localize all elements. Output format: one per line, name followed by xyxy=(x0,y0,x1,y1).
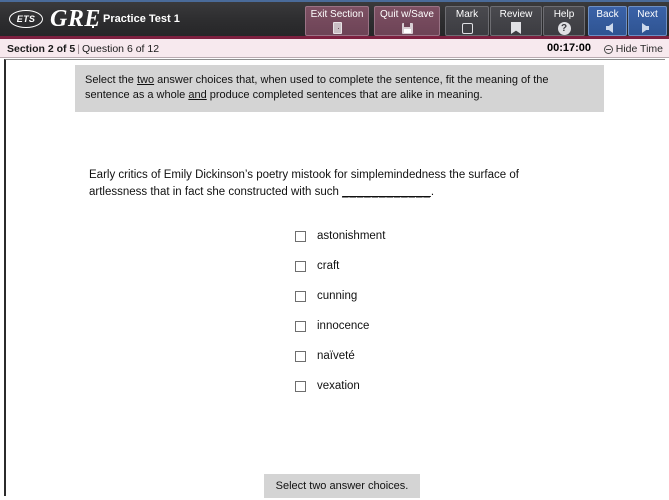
question-text-before-blank: Early critics of Emily Dickinson’s poetr… xyxy=(89,169,519,198)
back-label: Back xyxy=(596,9,619,20)
answer-checkbox[interactable] xyxy=(295,260,306,272)
gre-test-window: ETS GRE Practice Test 1 Exit Section Qui… xyxy=(0,0,669,500)
answer-choice-label: cunning xyxy=(317,290,358,302)
answer-checkbox[interactable] xyxy=(295,320,306,332)
next-label: Next xyxy=(637,9,658,20)
question-indicator: Question 6 of 12 xyxy=(82,43,160,55)
help-label: Help xyxy=(553,9,575,20)
minus-circle-icon xyxy=(603,44,613,54)
question-blank: ____________ xyxy=(342,186,431,198)
answer-checkbox[interactable] xyxy=(295,290,306,302)
question-text-after-blank: . xyxy=(430,186,435,198)
gre-brand-period xyxy=(92,26,94,28)
back-button[interactable]: Back xyxy=(588,6,627,36)
door-icon xyxy=(332,21,342,35)
review-label: Review xyxy=(499,9,533,20)
answer-choice-label: innocence xyxy=(317,320,370,332)
floppy-disk-icon xyxy=(401,21,413,35)
empty-square-icon xyxy=(461,21,473,35)
answer-checkbox[interactable] xyxy=(295,350,306,362)
exit-section-label: Exit Section xyxy=(310,9,364,20)
question-content-panel: Select the two answer choices that, when… xyxy=(4,59,665,498)
answer-choice-option[interactable]: vexation xyxy=(295,371,385,401)
directions-emphasis-and: and xyxy=(188,89,207,101)
section-status-bar: Section 2 of 5 | Question 6 of 12 00:17:00… xyxy=(0,39,669,58)
answer-choice-option[interactable]: innocence xyxy=(295,311,385,341)
mark-button[interactable]: Mark xyxy=(445,6,489,36)
selection-hint-text: Select two answer choices. xyxy=(275,480,409,492)
gre-brand-wordmark: GRE xyxy=(50,6,101,32)
bookmark-icon xyxy=(511,21,521,35)
answer-choice-option[interactable]: cunning xyxy=(295,281,385,311)
answer-choice-label: vexation xyxy=(317,380,360,392)
answer-choice-label: naïveté xyxy=(317,350,355,362)
arrow-left-icon xyxy=(602,21,613,35)
answer-choice-option[interactable]: naïveté xyxy=(295,341,385,371)
section-question-indicator: Section 2 of 5 | Question 6 of 12 xyxy=(7,43,159,55)
answer-choice-list: astonishment craft cunning innocence naï… xyxy=(295,221,385,401)
hide-time-toggle[interactable]: Hide Time xyxy=(603,43,663,55)
answer-checkbox[interactable] xyxy=(295,230,306,242)
answer-choice-label: astonishment xyxy=(317,230,386,242)
help-button[interactable]: Help ? xyxy=(543,6,585,36)
practice-test-title: Practice Test 1 xyxy=(103,13,180,25)
directions-part-1: Select the xyxy=(85,74,137,86)
ets-logo-text: ETS xyxy=(16,14,36,24)
next-button[interactable]: Next xyxy=(628,6,667,36)
answer-choice-option[interactable]: craft xyxy=(295,251,385,281)
directions-part-3: produce completed sentences that are ali… xyxy=(206,89,483,101)
quit-with-save-button[interactable]: Quit w/Save xyxy=(374,6,440,36)
question-directions: Select the two answer choices that, when… xyxy=(75,65,604,112)
ets-logo-icon: ETS xyxy=(9,10,43,28)
answer-choice-label: craft xyxy=(317,260,340,272)
app-header: ETS GRE Practice Test 1 Exit Section Qui… xyxy=(0,2,669,36)
question-stem: Early critics of Emily Dickinson’s poetr… xyxy=(89,167,559,201)
answer-choice-option[interactable]: astonishment xyxy=(295,221,385,251)
mark-label: Mark xyxy=(455,9,479,20)
exit-section-button[interactable]: Exit Section xyxy=(305,6,369,36)
question-mark-circle-icon: ? xyxy=(557,21,571,35)
review-button[interactable]: Review xyxy=(490,6,542,36)
quit-with-save-label: Quit w/Save xyxy=(380,9,434,20)
directions-emphasis-two: two xyxy=(136,74,155,86)
answer-checkbox[interactable] xyxy=(295,380,306,392)
selection-hint-bar: Select two answer choices. xyxy=(264,474,420,498)
section-indicator: Section 2 of 5 xyxy=(7,43,76,55)
arrow-right-icon xyxy=(642,21,653,35)
hide-time-label: Hide Time xyxy=(615,43,663,55)
status-separator: | xyxy=(77,43,80,55)
countdown-timer: 00:17:00 xyxy=(546,42,591,54)
